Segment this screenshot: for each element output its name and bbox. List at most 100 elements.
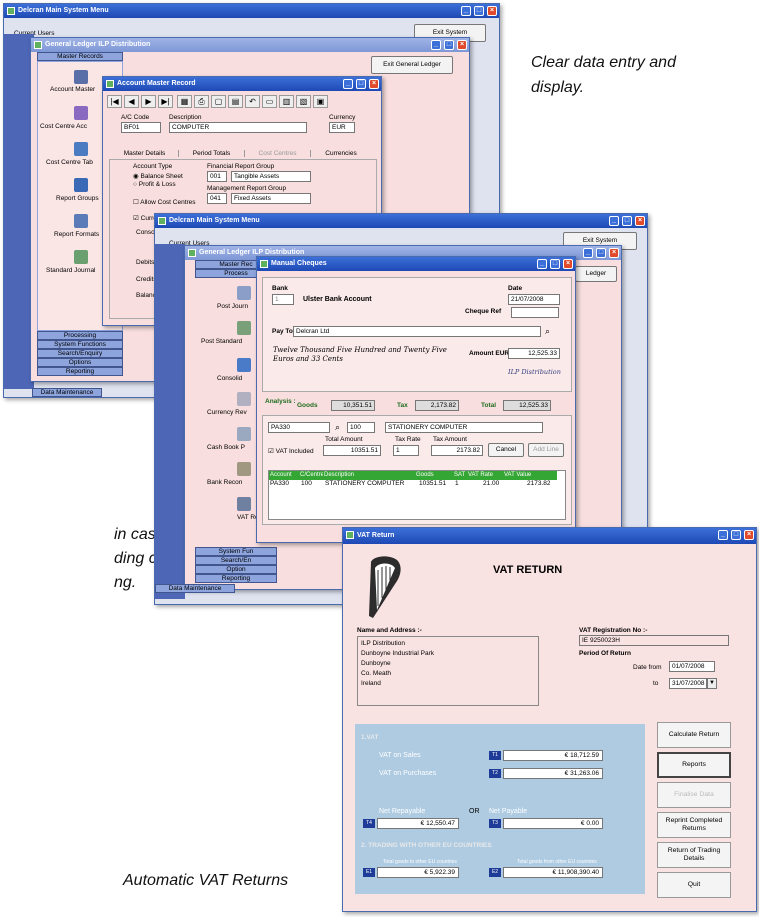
exit-gl-button[interactable]: Exit General Ledger — [371, 56, 453, 74]
close-icon[interactable]: × — [487, 6, 497, 16]
gl2-item-post-journal[interactable]: Post Journ — [217, 303, 248, 310]
undo-icon[interactable]: ↶ — [245, 95, 260, 108]
gl-item-report-formats[interactable]: Report Formats — [54, 231, 99, 238]
date-to-dropdown-icon[interactable]: ▼ — [707, 678, 717, 689]
add-line-button[interactable]: Add Line — [528, 443, 564, 457]
fin-code-field[interactable]: 001 — [207, 171, 227, 182]
save-icon[interactable]: ▤ — [228, 95, 243, 108]
gl-item-cost-centre-tab[interactable]: Cost Centre Tab — [46, 159, 93, 166]
gl-item-account-master[interactable]: Account Master — [50, 86, 95, 93]
cancel-button[interactable]: Cancel — [488, 443, 524, 457]
account-select[interactable]: PA330 — [268, 422, 330, 433]
next-record-icon[interactable]: ▶ — [141, 95, 156, 108]
total-amount-field[interactable]: 10351.51 — [323, 445, 381, 456]
line-description-field[interactable]: STATIONERY COMPUTER — [385, 422, 543, 433]
data-maintenance-menu[interactable]: Data Maintenance — [32, 388, 102, 397]
close-icon[interactable]: × — [635, 216, 645, 226]
close-icon[interactable]: × — [457, 40, 467, 50]
exit-icon[interactable]: ▣ — [313, 95, 328, 108]
gl2-item-post-standard[interactable]: Post Standard — [201, 338, 242, 345]
cost-centre-select[interactable]: 100 — [347, 422, 375, 433]
minimize-icon[interactable]: _ — [718, 530, 728, 540]
trading-details-button[interactable]: Return of Trading Details — [657, 842, 731, 868]
copy-icon[interactable]: ▭ — [262, 95, 277, 108]
reports-button[interactable]: Reports — [657, 752, 731, 778]
currency-field[interactable]: EUR — [329, 122, 355, 133]
exit-gl-button-2[interactable]: Ledger — [575, 266, 617, 282]
amount-field[interactable]: 12,525.33 — [508, 348, 560, 359]
cheque-ref-field[interactable] — [511, 307, 559, 318]
close-icon[interactable]: × — [369, 79, 379, 89]
account-lookup-icon[interactable]: ⌕ — [335, 422, 340, 433]
report-icon[interactable]: ▧ — [296, 95, 311, 108]
gl-item-report-groups[interactable]: Report Groups — [56, 195, 99, 202]
finalise-data-button[interactable]: Finalise Data — [657, 782, 731, 808]
gl2-item-bank-recon[interactable]: Bank Recon — [207, 479, 242, 486]
first-record-icon[interactable]: |◀ — [107, 95, 122, 108]
minimize-icon[interactable]: _ — [461, 6, 471, 16]
calculate-return-button[interactable]: Calculate Return — [657, 722, 731, 748]
reporting-menu-2[interactable]: Reporting — [195, 574, 277, 583]
cost-centre-acc-icon[interactable] — [74, 106, 88, 120]
close-icon[interactable]: × — [609, 248, 619, 258]
minimize-icon[interactable]: _ — [431, 40, 441, 50]
prev-record-icon[interactable]: ◀ — [124, 95, 139, 108]
delete-icon[interactable]: ▥ — [279, 95, 294, 108]
minimize-icon[interactable]: _ — [343, 79, 353, 89]
new-icon[interactable]: ▢ — [211, 95, 226, 108]
maximize-icon[interactable]: □ — [550, 259, 560, 269]
gl-item-standard-journal[interactable]: Standard Journal — [46, 267, 96, 274]
balance-sheet-radio[interactable]: ◉ Balance Sheet — [133, 172, 183, 180]
tax-amount-field[interactable]: 2173.82 — [431, 445, 483, 456]
bank-code-select[interactable]: 1 — [272, 294, 294, 305]
maximize-icon[interactable]: □ — [356, 79, 366, 89]
post-standard-icon[interactable] — [237, 321, 251, 335]
options-menu[interactable]: Options — [37, 358, 123, 367]
reprint-returns-button[interactable]: Reprint Completed Returns — [657, 812, 731, 838]
standard-journal-icon[interactable] — [74, 250, 88, 264]
payee-lookup-icon[interactable]: ⌕ — [545, 326, 550, 337]
maximize-icon[interactable]: □ — [474, 6, 484, 16]
tab-cost-centres[interactable]: Cost Centres — [245, 150, 311, 157]
print-icon[interactable]: ⎙ — [194, 95, 209, 108]
consolidation-icon[interactable] — [237, 358, 251, 372]
maximize-icon[interactable]: □ — [596, 248, 606, 258]
find-icon[interactable]: ▦ — [177, 95, 192, 108]
system-functions-menu[interactable]: System Functions — [37, 340, 123, 349]
search-en-menu[interactable]: Search/En — [195, 556, 277, 565]
tab-master-details[interactable]: Master Details — [111, 150, 179, 157]
mgmt-name-field[interactable]: Fixed Assets — [231, 193, 311, 204]
cost-centre-tab-icon[interactable] — [74, 142, 88, 156]
description-field[interactable]: COMPUTER — [169, 122, 307, 133]
gl2-item-consolidation[interactable]: Consolid — [217, 375, 242, 382]
processing-menu[interactable]: Processing — [37, 331, 123, 340]
minimize-icon[interactable]: _ — [609, 216, 619, 226]
allow-cost-centres-checkbox[interactable]: ☐ Allow Cost Centres — [133, 198, 196, 206]
gl2-item-currency-rev[interactable]: Currency Rev — [207, 409, 247, 416]
report-groups-icon[interactable] — [74, 178, 88, 192]
gl-item-cost-centre-acc[interactable]: Cost Centre Acc — [40, 123, 87, 130]
tax-rate-select[interactable]: 1 — [393, 445, 419, 456]
tab-period-totals[interactable]: Period Totals — [179, 150, 245, 157]
maximize-icon[interactable]: □ — [731, 530, 741, 540]
master-records-menu[interactable]: Master Records — [37, 52, 123, 61]
last-record-icon[interactable]: ▶| — [158, 95, 173, 108]
minimize-icon[interactable]: _ — [583, 248, 593, 258]
account-master-icon[interactable] — [74, 70, 88, 84]
data-maintenance-menu-2[interactable]: Data Maintenance — [155, 584, 235, 593]
currency-revaluation-icon[interactable] — [237, 392, 251, 406]
quit-button[interactable]: Quit — [657, 872, 731, 898]
fin-name-field[interactable]: Tangible Assets — [231, 171, 311, 182]
date-to-field[interactable]: 31/07/2008 — [669, 678, 707, 689]
cash-book-icon[interactable] — [237, 427, 251, 441]
vat-return-icon[interactable] — [237, 497, 251, 511]
ac-code-field[interactable]: BF01 — [121, 122, 161, 133]
payee-field[interactable]: Delcran Ltd — [293, 326, 541, 337]
profit-loss-radio[interactable]: ○ Profit & Loss — [133, 181, 176, 188]
tab-currencies[interactable]: Currencies — [311, 150, 371, 157]
minimize-icon[interactable]: _ — [537, 259, 547, 269]
system-fun-menu[interactable]: System Fun — [195, 547, 277, 556]
reporting-menu[interactable]: Reporting — [37, 367, 123, 376]
close-icon[interactable]: × — [563, 259, 573, 269]
close-icon[interactable]: × — [744, 530, 754, 540]
